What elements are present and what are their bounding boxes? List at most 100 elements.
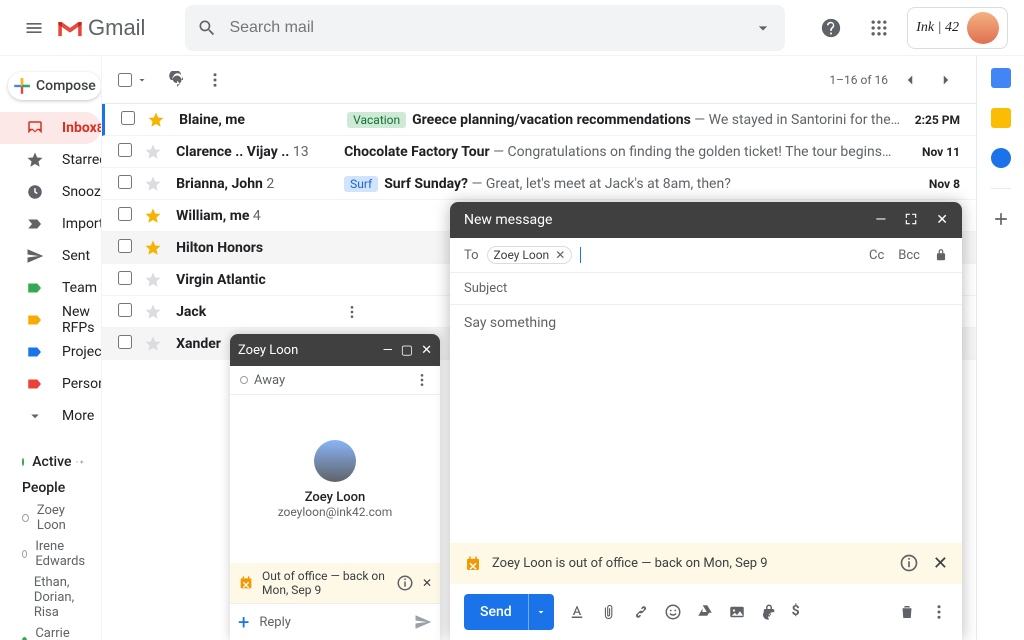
thread-date: 2:25 PM — [900, 113, 960, 127]
star-icon[interactable] — [144, 175, 162, 193]
people-item[interactable]: Zoey Loon — [0, 500, 101, 536]
lock-icon[interactable] — [934, 248, 948, 263]
info-icon[interactable] — [899, 553, 919, 574]
star-icon[interactable] — [144, 207, 162, 225]
mail-toolbar: 1–16 of 16 — [102, 56, 976, 104]
chevron-down-icon[interactable] — [753, 18, 773, 38]
thread-checkbox[interactable] — [121, 111, 135, 129]
more-button[interactable] — [206, 71, 224, 89]
help-button[interactable] — [811, 8, 851, 48]
fullscreen-icon[interactable] — [904, 212, 918, 228]
tasks-icon[interactable] — [991, 148, 1011, 168]
prev-page-button[interactable] — [896, 66, 924, 94]
calendar-icon[interactable] — [991, 68, 1011, 88]
chevron-down-icon[interactable] — [136, 74, 148, 86]
photo-icon[interactable] — [728, 603, 746, 621]
nav-snoozed[interactable]: Snoozed — [0, 176, 101, 208]
add-icon[interactable]: + — [238, 610, 249, 634]
search-bar[interactable] — [185, 5, 785, 51]
add-icon[interactable] — [79, 452, 85, 472]
send-button[interactable]: Send — [464, 604, 528, 620]
chat-ooo-banner: Out of office — back on Mon, Sep 9 ✕ — [230, 563, 440, 603]
more-icon[interactable] — [930, 603, 948, 621]
people-item[interactable]: Ethan, Dorian, Risa — [0, 572, 101, 623]
close-icon[interactable]: ✕ — [421, 343, 432, 358]
nav-personal[interactable]: Personal — [0, 368, 101, 400]
thread-row[interactable]: Blaine, meVacationGreece planning/vacati… — [102, 104, 976, 136]
people-item[interactable]: Irene Edwards — [0, 536, 101, 572]
label-red-icon — [26, 375, 44, 393]
subject-placeholder: Subject — [464, 281, 507, 296]
bcc-button[interactable]: Bcc — [898, 248, 920, 263]
popout-icon[interactable]: ▢ — [401, 343, 413, 358]
chat-reply-row[interactable]: + Reply — [230, 603, 440, 640]
remove-chip-icon[interactable]: ✕ — [555, 248, 565, 262]
nav-more[interactable]: More — [0, 400, 101, 432]
next-page-button[interactable] — [932, 66, 960, 94]
send-icon[interactable] — [414, 613, 432, 631]
thread-checkbox[interactable] — [118, 335, 132, 353]
body-placeholder: Say something — [464, 315, 556, 331]
thread-checkbox[interactable] — [118, 239, 132, 257]
star-icon[interactable] — [144, 271, 162, 289]
thread-row[interactable]: Brianna, John 2SurfSurf Sunday? — Great,… — [102, 168, 976, 200]
thread-checkbox[interactable] — [118, 271, 132, 289]
nav-projects[interactable]: Projects — [0, 336, 101, 368]
more-icon[interactable] — [414, 372, 430, 388]
hangouts-status[interactable]: Active — [0, 448, 101, 476]
star-icon[interactable] — [144, 143, 162, 161]
star-icon[interactable] — [144, 335, 162, 353]
close-icon[interactable]: ✕ — [936, 212, 948, 228]
emoji-icon[interactable] — [664, 603, 682, 621]
drive-icon[interactable] — [696, 603, 714, 621]
star-icon[interactable] — [144, 303, 162, 321]
nav-important[interactable]: Important — [0, 208, 101, 240]
nav-team[interactable]: Team — [0, 272, 101, 304]
compose-to-row[interactable]: To Zoey Loon✕ Cc Bcc — [450, 238, 962, 273]
nav-starred[interactable]: Starred — [0, 144, 101, 176]
close-icon[interactable]: ✕ — [933, 553, 948, 574]
org-switcher[interactable]: Ink | 42 — [907, 7, 1008, 49]
compose-subject-row[interactable]: Subject — [450, 273, 962, 305]
refresh-button[interactable] — [168, 71, 186, 89]
thread-checkbox[interactable] — [118, 143, 132, 161]
thread-row[interactable]: Clarence .. Vijay .. 13Chocolate Factory… — [102, 136, 976, 168]
thread-checkbox[interactable] — [118, 175, 132, 193]
confidential-icon[interactable] — [760, 603, 778, 621]
link-icon[interactable] — [632, 603, 650, 621]
chat-header[interactable]: Zoey Loon — ▢ ✕ — [230, 334, 440, 366]
send-options-button[interactable] — [528, 594, 554, 630]
compose-body[interactable]: Say something — [450, 305, 962, 543]
avatar[interactable] — [967, 12, 999, 44]
minimize-icon[interactable]: — — [383, 343, 393, 358]
nav-inbox[interactable]: Inbox8 — [0, 112, 101, 144]
nav-new-rfps[interactable]: New RFPs — [0, 304, 101, 336]
recipient-chip[interactable]: Zoey Loon✕ — [487, 246, 573, 264]
more-icon[interactable] — [344, 304, 360, 320]
thread-checkbox[interactable] — [118, 207, 132, 225]
close-icon[interactable]: ✕ — [422, 576, 432, 590]
trash-icon[interactable] — [898, 603, 916, 621]
main-menu-button[interactable] — [16, 10, 52, 46]
people-item[interactable]: Carrie Parker — [0, 623, 101, 640]
compose-button[interactable]: Compose — [8, 72, 101, 100]
cc-button[interactable]: Cc — [869, 248, 884, 263]
thread-checkbox[interactable] — [118, 303, 132, 321]
nav-sent[interactable]: Sent — [0, 240, 101, 272]
minimize-icon[interactable]: — — [875, 212, 886, 228]
info-icon[interactable] — [396, 574, 414, 592]
format-icon[interactable] — [568, 603, 586, 621]
thread-subject: SurfSurf Sunday? — Great, let's meet at … — [344, 176, 900, 192]
keep-icon[interactable] — [991, 108, 1011, 128]
search-input[interactable] — [229, 19, 753, 37]
gmail-logo[interactable]: Gmail — [56, 15, 145, 41]
compose-header[interactable]: New message — ✕ — [450, 202, 962, 238]
attach-icon[interactable] — [600, 603, 618, 621]
star-icon[interactable] — [147, 111, 165, 129]
money-icon[interactable]: $ — [792, 603, 800, 621]
apps-launcher-button[interactable] — [859, 8, 899, 48]
star-icon[interactable] — [144, 239, 162, 257]
to-label: To — [464, 248, 479, 263]
add-addon-button[interactable] — [991, 209, 1011, 229]
select-all-checkbox[interactable] — [118, 73, 148, 87]
